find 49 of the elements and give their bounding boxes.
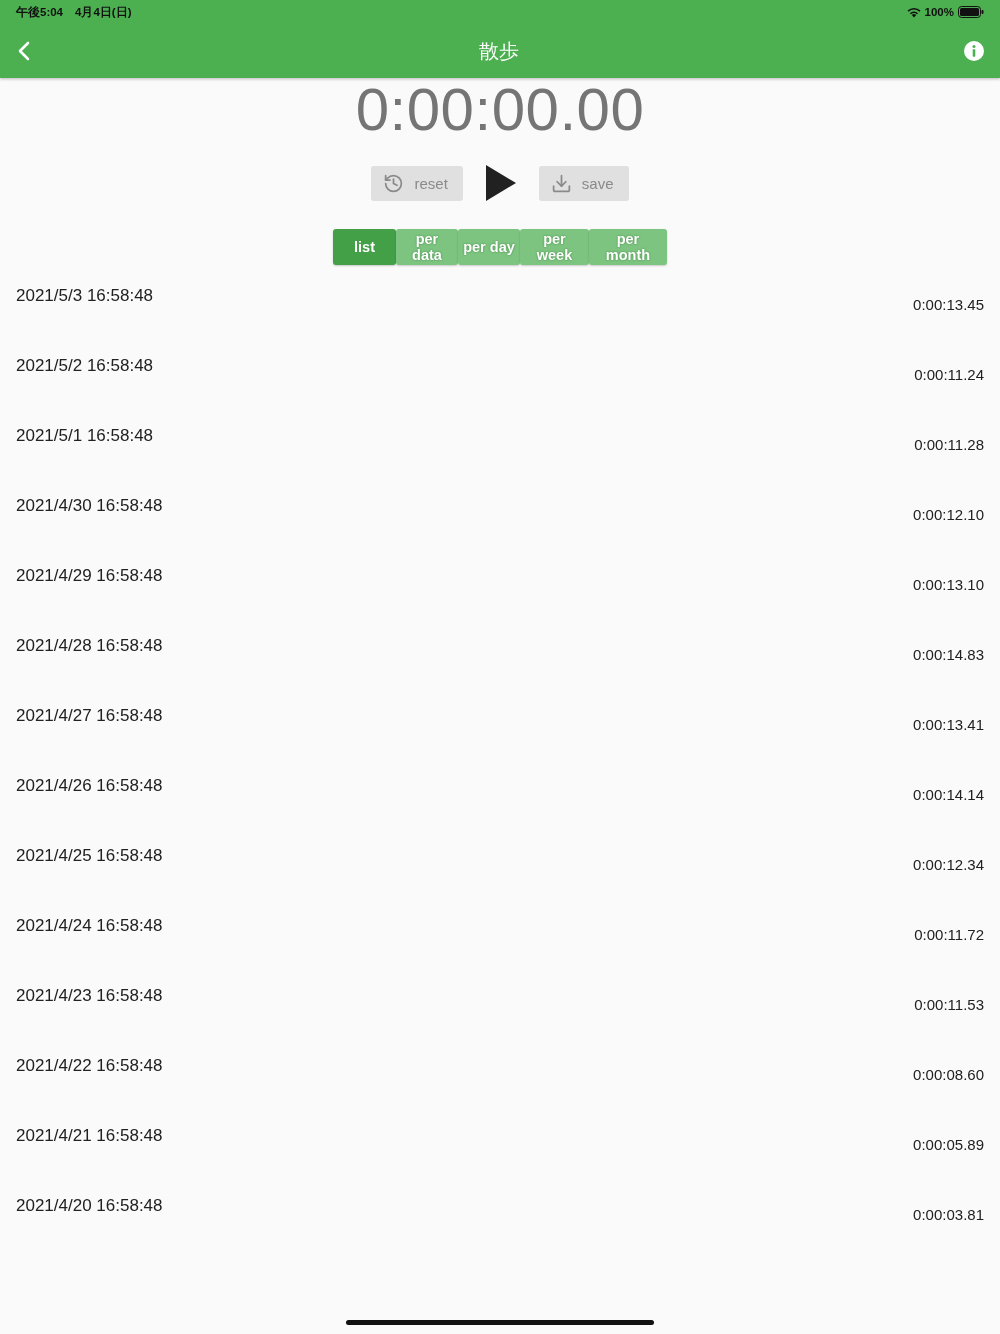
- record-date: 2021/4/27 16:58:48: [16, 706, 163, 726]
- record-date: 2021/4/24 16:58:48: [16, 916, 163, 936]
- record-date: 2021/4/22 16:58:48: [16, 1056, 163, 1076]
- view-tab[interactable]: per data: [396, 229, 458, 265]
- record-date: 2021/4/20 16:58:48: [16, 1196, 163, 1216]
- record-duration: 0:00:03.81: [913, 1206, 984, 1224]
- record-duration: 0:00:11.24: [914, 366, 984, 384]
- record-duration: 0:00:12.34: [913, 856, 984, 874]
- view-tab[interactable]: list: [333, 229, 396, 265]
- battery-icon: [958, 6, 984, 18]
- reset-button[interactable]: reset: [371, 165, 463, 201]
- view-tab[interactable]: per day: [458, 229, 520, 265]
- play-button[interactable]: [484, 165, 517, 201]
- record-duration: 0:00:13.41: [913, 716, 984, 734]
- record-date: 2021/4/28 16:58:48: [16, 636, 163, 656]
- info-icon: [964, 41, 984, 61]
- history-icon: [383, 172, 405, 194]
- record-duration: 0:00:14.83: [913, 646, 984, 664]
- view-tab[interactable]: per month: [589, 229, 667, 265]
- download-icon: [550, 172, 572, 194]
- record-date: 2021/4/23 16:58:48: [16, 986, 163, 1006]
- record-date: 2021/5/1 16:58:48: [16, 426, 154, 446]
- save-button[interactable]: save: [538, 165, 629, 201]
- back-chevron-icon: [18, 41, 30, 61]
- record-date: 2021/5/3 16:58:48: [16, 286, 154, 306]
- wifi-icon: [906, 6, 921, 18]
- record-duration: 0:00:13.10: [913, 576, 984, 594]
- battery-percent: 100%: [924, 6, 954, 18]
- record-date: 2021/5/2 16:58:48: [16, 356, 154, 376]
- status-date: 4月4日(日): [75, 4, 132, 20]
- stopwatch-display: 0:00:00.00: [355, 78, 645, 142]
- record-duration: 0:00:11.53: [914, 996, 984, 1014]
- screen-title: 散歩: [478, 38, 520, 64]
- record-date: 2021/4/26 16:58:48: [16, 776, 163, 796]
- status-time: 午後5:04: [16, 4, 64, 20]
- record-duration: 0:00:11.28: [914, 436, 984, 454]
- record-duration: 0:00:14.14: [913, 786, 984, 804]
- info-button[interactable]: [962, 39, 986, 63]
- record-date: 2021/4/21 16:58:48: [16, 1126, 163, 1146]
- record-duration: 0:00:08.60: [913, 1066, 984, 1084]
- record-date: 2021/4/25 16:58:48: [16, 846, 163, 866]
- record-duration: 0:00:12.10: [913, 506, 984, 524]
- play-icon: [485, 165, 516, 201]
- record-date: 2021/4/30 16:58:48: [16, 496, 163, 516]
- record-date: 2021/4/29 16:58:48: [16, 566, 163, 586]
- record-duration: 0:00:05.89: [913, 1136, 984, 1154]
- view-tab[interactable]: per week: [520, 229, 589, 265]
- record-duration: 0:00:11.72: [914, 926, 984, 944]
- record-duration: 0:00:13.45: [913, 296, 984, 314]
